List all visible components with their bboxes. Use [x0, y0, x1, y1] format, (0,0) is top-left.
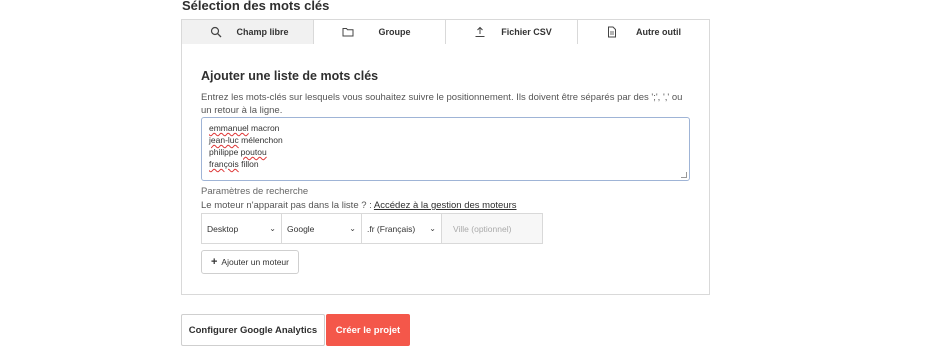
- chevron-down-icon: ⌄: [429, 224, 436, 233]
- keyword-line: françois fillon: [209, 159, 259, 169]
- configure-ga-button[interactable]: Configurer Google Analytics: [181, 314, 325, 346]
- tab-champ-libre[interactable]: Champ libre: [182, 20, 314, 44]
- panel-title: Ajouter une liste de mots clés: [201, 69, 379, 83]
- engine-value: Google: [287, 223, 315, 234]
- keyword-source-tabs: Champ libre Groupe Fichier CSV Autre out…: [181, 19, 710, 45]
- tab-label: Groupe: [378, 27, 411, 37]
- create-project-button[interactable]: Créer le projet: [326, 314, 410, 346]
- keywords-textarea[interactable]: emmanuel macron jean-luc mélenchon phili…: [201, 117, 690, 181]
- chevron-down-icon: ⌄: [349, 224, 356, 233]
- plus-icon: +: [210, 256, 218, 268]
- keyword-help-text: Entrez les mots-clés sur lesquels vous s…: [201, 92, 683, 116]
- section-title: Sélection des mots clés: [182, 0, 330, 13]
- engine-select[interactable]: Google ⌄: [281, 213, 361, 244]
- search-params-row: Desktop ⌄ Google ⌄ .fr (Français) ⌄ Vill…: [201, 213, 543, 244]
- resize-handle[interactable]: [681, 172, 687, 178]
- search-params-label: Paramètres de recherche: [201, 186, 309, 197]
- document-icon: [606, 26, 618, 38]
- manage-engines-link[interactable]: Accédez à la gestion des moteurs: [374, 200, 517, 211]
- domain-select[interactable]: .fr (Français) ⌄: [361, 213, 441, 244]
- domain-value: .fr (Français): [367, 223, 416, 234]
- search-icon: [210, 26, 222, 38]
- city-input[interactable]: Ville (optionnel): [441, 213, 543, 244]
- engine-note: Le moteur n'apparait pas dans la liste ?…: [201, 200, 517, 211]
- tab-fichier-csv[interactable]: Fichier CSV: [446, 20, 578, 44]
- chevron-down-icon: ⌄: [269, 224, 276, 233]
- add-engine-label: Ajouter un moteur: [221, 257, 289, 267]
- keyword-line: philippe poutou: [209, 147, 267, 157]
- device-value: Desktop: [207, 223, 239, 234]
- add-engine-button[interactable]: + Ajouter un moteur: [201, 250, 299, 274]
- engine-note-text: Le moteur n'apparait pas dans la liste ?…: [201, 200, 374, 211]
- tab-autre-outil[interactable]: Autre outil: [578, 20, 709, 44]
- tab-groupe[interactable]: Groupe: [314, 20, 446, 44]
- folder-icon: [342, 26, 354, 38]
- device-select[interactable]: Desktop ⌄: [201, 213, 281, 244]
- keyword-line: jean-luc mélenchon: [209, 135, 283, 145]
- upload-icon: [474, 26, 486, 38]
- keyword-line: emmanuel macron: [209, 123, 280, 133]
- city-placeholder: Ville (optionnel): [453, 223, 512, 234]
